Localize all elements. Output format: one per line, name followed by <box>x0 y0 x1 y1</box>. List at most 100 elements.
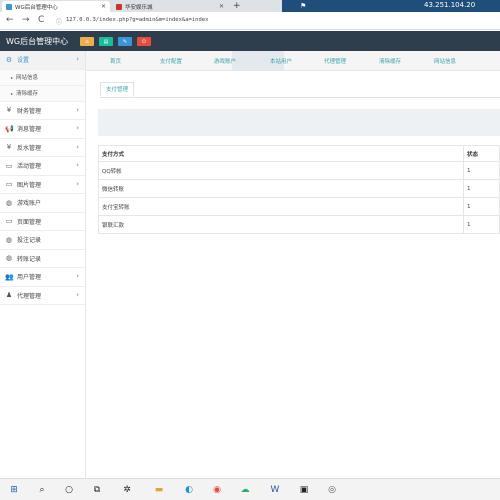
sidebar-item-rebate[interactable]: ¥ 反水管理 › <box>0 139 85 157</box>
app-title: WG后台管理中心 <box>6 37 69 46</box>
app-disc-icon[interactable]: ◎ <box>325 483 339 497</box>
sidebar-item-label: 设置 <box>17 57 30 65</box>
tab-clear-cache[interactable]: 清除缓存 <box>379 57 401 65</box>
sidebar: ⚙ 设置 › ▸ 网站信息 ▸ 清除缓存 ¥ 财务管理 › 📢 消息管理 › ¥… <box>0 51 86 478</box>
sidebar-item-pages[interactable]: ▭ 页面管理 <box>0 213 85 231</box>
ip-address: 43.251.104.20 <box>424 1 476 9</box>
table-header-row: 支付方式 状态 <box>98 145 500 162</box>
status-cell: 1 <box>463 179 500 198</box>
sidebar-item-label: 转账记录 <box>17 255 42 263</box>
chevron-right-icon: › <box>76 124 79 132</box>
edit-button[interactable]: ✎ <box>118 37 132 46</box>
chevron-right-icon: › <box>76 142 79 151</box>
sidebar-item-label: 投注记录 <box>17 237 42 245</box>
new-tab-button[interactable]: + <box>233 1 241 11</box>
sidebar-item-users[interactable]: 👥 用户管理 › <box>0 268 85 287</box>
close-icon[interactable]: ✕ <box>219 3 224 10</box>
browser-tab-title: 华安娱乐城 <box>125 4 153 11</box>
ip-overlay: ⚑ 43.251.104.20 <box>282 0 500 12</box>
sidebar-item-transfer-records[interactable]: ◍ 转账记录 <box>0 250 85 268</box>
flag-icon: ⚑ <box>300 2 307 10</box>
edit-icon: ✎ <box>122 38 128 45</box>
browser-tab-admin[interactable]: WG后台管理中心 ✕ <box>2 1 110 12</box>
payment-method-cell: 支付宝转账 <box>98 197 464 216</box>
close-icon[interactable]: ✕ <box>101 3 106 10</box>
status-cell: 1 <box>463 197 500 216</box>
info-icon[interactable]: ⓘ <box>56 17 62 26</box>
sidebar-item-label: 页面管理 <box>17 218 42 226</box>
url-field[interactable]: 127.0.0.3/index.php?g=admin&m=index&a=in… <box>66 17 208 23</box>
divider <box>100 97 500 98</box>
toolbar-panel <box>98 109 500 136</box>
tab-site-info[interactable]: 网站信息 <box>434 57 456 65</box>
monitor-icon: ▭ <box>5 161 13 170</box>
chevron-right-icon: › <box>76 290 79 299</box>
tab-home[interactable]: 首页 <box>110 57 121 65</box>
windows-start-icon[interactable]: ⊞ <box>7 483 21 497</box>
sidebar-item-messages[interactable]: 📢 消息管理 › <box>0 120 85 139</box>
app-screen-icon[interactable]: ▣ <box>297 483 311 497</box>
chevron-right-icon: › <box>76 105 79 114</box>
browser-tab-title: WG后台管理中心 <box>15 4 58 11</box>
task-view-icon[interactable]: ⧉ <box>90 483 104 497</box>
column-header: 支付方式 <box>98 145 464 162</box>
sidebar-item-settings[interactable]: ⚙ 设置 › <box>0 51 85 70</box>
bullet-icon: ▸ <box>11 74 14 80</box>
sidebar-item-activities[interactable]: ▭ 活动管理 › <box>0 157 85 176</box>
word-icon[interactable]: W <box>268 483 282 497</box>
sidebar-subitem-clear-cache[interactable]: ▸ 清除缓存 <box>0 85 85 102</box>
tab-payment-management[interactable]: 支付管理 <box>100 82 135 97</box>
sidebar-item-images[interactable]: ▭ 图片管理 › <box>0 176 85 194</box>
back-button[interactable]: ← <box>6 15 14 25</box>
sidebar-subitem-site-info[interactable]: ▸ 网站信息 <box>0 69 85 86</box>
reload-button[interactable]: C <box>38 15 44 25</box>
chevron-right-icon: › <box>76 161 79 169</box>
tab-site-users[interactable]: 本站用户 <box>270 57 292 65</box>
sidebar-item-bet-records[interactable]: ◍ 投注记录 <box>0 231 85 250</box>
app-pinwheel-icon[interactable]: ✲ <box>120 483 134 497</box>
content-area: 支付管理 支付方式 状态 QQ转帐 1 微信转账 1 支付宝转账 1 银联汇款 <box>86 71 500 478</box>
table-row[interactable]: 支付宝转账 1 <box>98 197 500 216</box>
status-cell: 1 <box>463 215 500 234</box>
chrome-icon[interactable]: ◉ <box>210 483 224 497</box>
list-button[interactable]: ▤ <box>99 37 113 46</box>
gamepad-icon: ◍ <box>5 198 13 207</box>
content-nav-tabs: 首页 支付配置 游戏账户 本站用户 代理管理 清除缓存 网站信息 <box>86 51 500 71</box>
edge-icon[interactable]: ◐ <box>182 483 196 497</box>
sidebar-item-game-accounts[interactable]: ◍ 游戏账户 <box>0 194 85 213</box>
list-icon: ▤ <box>103 38 109 45</box>
home-button[interactable]: ⌂ <box>80 37 94 46</box>
chevron-right-icon: › <box>76 55 79 63</box>
wechat-icon[interactable]: ☁ <box>238 483 252 497</box>
sidebar-item-agents[interactable]: ♟ 代理管理 › <box>0 287 85 305</box>
table-row[interactable]: QQ转帐 1 <box>98 161 500 180</box>
sidebar-item-label: 反水管理 <box>17 144 42 152</box>
sidebar-subitem-label: 清除缓存 <box>16 91 39 97</box>
logout-button[interactable]: ⏻ <box>137 37 151 46</box>
bullet-icon: ▸ <box>11 90 14 96</box>
search-icon[interactable]: ⌕ <box>35 483 49 497</box>
file-explorer-icon[interactable]: ▬ <box>152 483 166 497</box>
sidebar-item-label: 活动管理 <box>17 163 42 171</box>
gamepad-icon: ◍ <box>5 254 13 263</box>
tab-agent-management[interactable]: 代理管理 <box>324 57 346 65</box>
tab-game-accounts[interactable]: 游戏账户 <box>214 57 236 65</box>
sidebar-item-label: 消息管理 <box>17 126 42 134</box>
tab-payment-config[interactable]: 支付配置 <box>160 57 182 65</box>
sidebar-subitem-label: 网站信息 <box>16 75 39 81</box>
favicon-icon <box>6 3 12 10</box>
browser-tabstrip: WG后台管理中心 ✕ 华安娱乐城 ✕ + ⚑ 43.251.104.20 <box>0 0 500 12</box>
browser-tab-casino[interactable]: 华安娱乐城 ✕ <box>112 1 228 12</box>
table-row[interactable]: 微信转账 1 <box>98 179 500 198</box>
logout-icon: ⏻ <box>142 38 146 45</box>
cortana-icon[interactable]: ○ <box>62 483 76 497</box>
payment-method-cell: 银联汇款 <box>98 215 464 234</box>
yen-icon: ¥ <box>6 106 12 115</box>
sidebar-item-label: 用户管理 <box>17 274 42 282</box>
sidebar-item-finance[interactable]: ¥ 财务管理 › <box>0 102 85 120</box>
taskbar: ⊞ ⌕ ○ ⧉ ✲ ▬ ◐ ◉ ☁ W ▣ ◎ <box>0 478 500 500</box>
sidebar-item-label: 财务管理 <box>17 107 42 115</box>
users-icon: 👥 <box>5 272 14 281</box>
table-row[interactable]: 银联汇款 1 <box>98 215 500 234</box>
forward-button[interactable]: → <box>22 15 30 25</box>
